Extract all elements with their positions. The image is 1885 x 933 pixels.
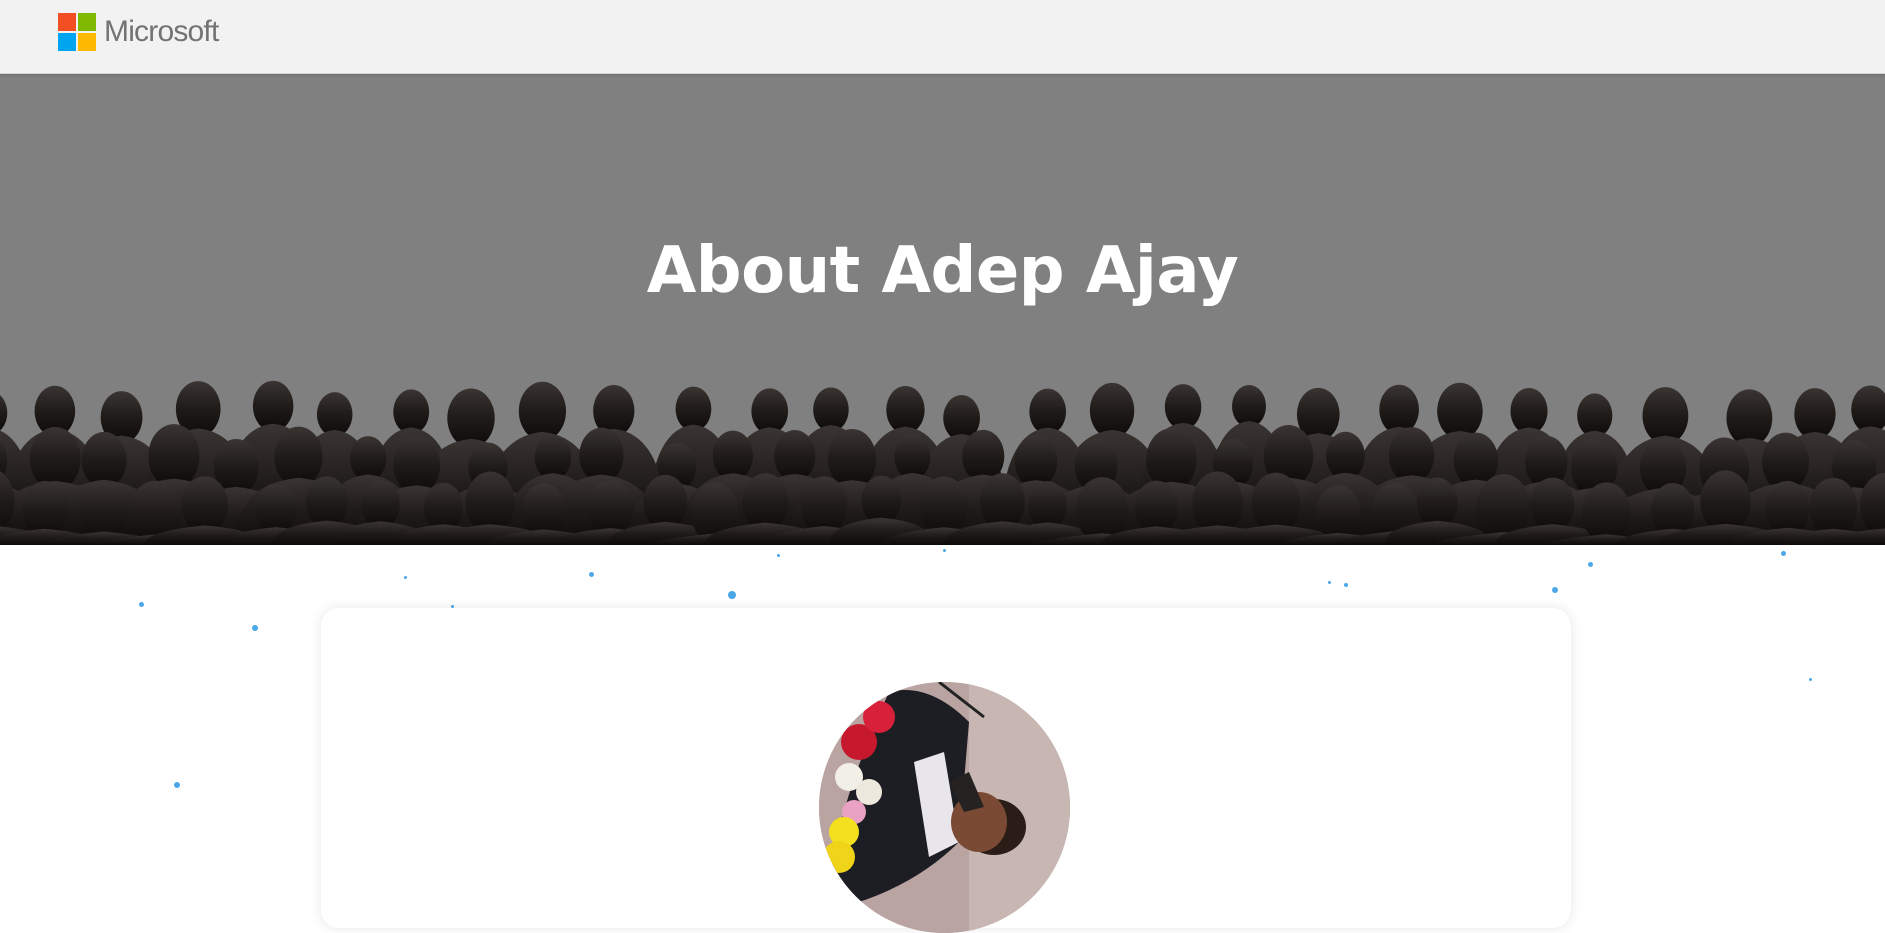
profile-card xyxy=(321,608,1571,933)
particle-dot xyxy=(1552,587,1558,593)
particle-dot xyxy=(1328,581,1331,584)
hero-banner: About Adep Ajay xyxy=(0,74,1885,545)
top-header: Microsoft xyxy=(0,0,1885,74)
profile-photo-icon xyxy=(819,682,1070,933)
microsoft-logo-link[interactable]: Microsoft xyxy=(58,13,219,51)
crowd-silhouette-image xyxy=(0,380,1885,545)
particle-dot xyxy=(139,602,144,607)
profile-photo-avatar xyxy=(819,682,1070,933)
particle-dot xyxy=(777,554,780,557)
particle-dot xyxy=(252,625,258,631)
particle-dot xyxy=(1344,583,1348,587)
microsoft-logo-icon xyxy=(58,13,96,51)
particle-dot xyxy=(943,549,946,552)
particle-dot xyxy=(728,591,736,599)
particle-dot xyxy=(1781,551,1786,556)
particle-dot xyxy=(1588,562,1593,567)
particle-dot xyxy=(1809,678,1812,681)
page-title: About Adep Ajay xyxy=(646,234,1239,308)
particle-dot xyxy=(404,576,407,579)
brand-name: Microsoft xyxy=(104,15,219,48)
particle-dot xyxy=(174,782,180,788)
particle-dot xyxy=(589,572,594,577)
